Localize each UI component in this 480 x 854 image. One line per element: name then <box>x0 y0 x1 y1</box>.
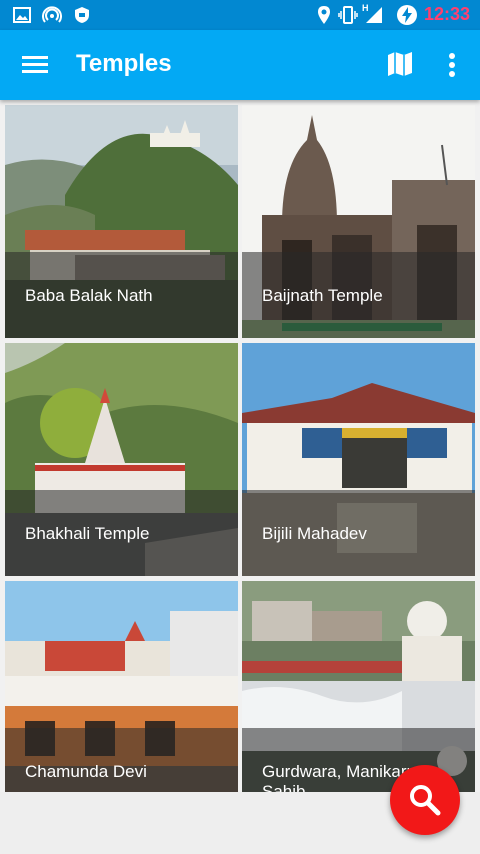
temple-name: Baijnath Temple <box>262 286 383 305</box>
status-bar: H 12:33 <box>0 0 480 30</box>
temple-card-gurdwara-manikarna-sahib[interactable]: Gurdwara, Manikarna Sahib <box>242 581 475 792</box>
temple-caption: Bhakhali Temple <box>5 490 238 576</box>
more-options-button[interactable] <box>436 48 468 82</box>
image-icon <box>13 7 31 23</box>
menu-icon <box>22 56 48 73</box>
temple-caption: Baijnath Temple <box>242 252 475 338</box>
clock-time: 12:33 <box>423 4 470 24</box>
location-icon <box>318 6 330 24</box>
temple-card-baba-balak-nath[interactable]: Baba Balak Nath <box>5 105 238 338</box>
temple-name: Bijili Mahadev <box>262 524 367 543</box>
app-bar: Temples <box>0 30 480 100</box>
hotspot-icon <box>42 6 62 23</box>
temple-card-bijili-mahadev[interactable]: Bijili Mahadev <box>242 343 475 576</box>
search-icon <box>410 785 441 816</box>
temple-name: Chamunda Devi <box>25 762 147 781</box>
search-fab-button[interactable] <box>390 765 460 835</box>
navigation-menu-button[interactable] <box>14 50 56 80</box>
shield-icon <box>75 7 89 23</box>
temple-name: Bhakhali Temple <box>25 524 150 543</box>
map-icon <box>388 52 412 76</box>
temple-caption: Baba Balak Nath <box>5 252 238 338</box>
page-title: Temples <box>76 50 172 77</box>
more-vert-icon <box>449 53 455 77</box>
temple-card-chamunda-devi[interactable]: Chamunda Devi <box>5 581 238 792</box>
temple-name: Baba Balak Nath <box>25 286 153 305</box>
temple-caption: Bijili Mahadev <box>242 490 475 576</box>
temple-caption: Chamunda Devi <box>5 728 238 792</box>
vibrate-icon <box>338 6 358 24</box>
temple-card-baijnath-temple[interactable]: Baijnath Temple <box>242 105 475 338</box>
map-button[interactable] <box>384 48 416 80</box>
signal-icon <box>366 7 382 23</box>
temple-grid: Baba Balak Nath Baijnath Temple Bhakhali… <box>0 100 480 792</box>
battery-charging-icon <box>397 5 417 25</box>
temple-card-bhakhali-temple[interactable]: Bhakhali Temple <box>5 343 238 576</box>
